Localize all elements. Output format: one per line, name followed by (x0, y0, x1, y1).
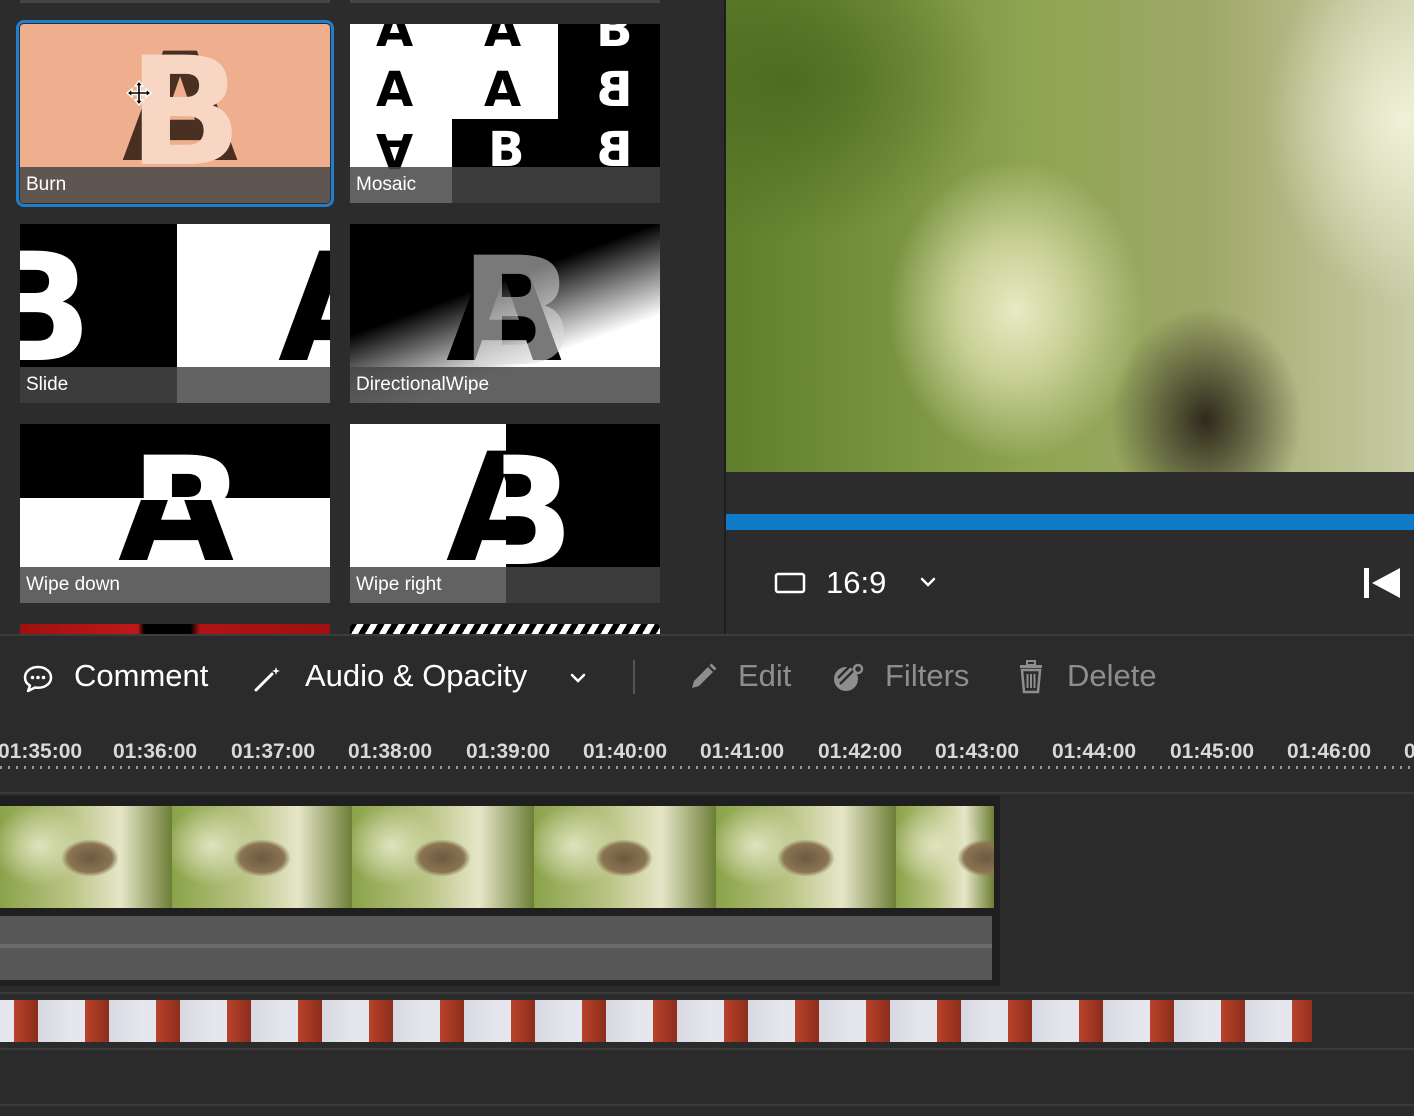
move-cursor-icon (126, 80, 152, 106)
transition-tile-mosaic[interactable]: A A A A A B B B B Mosaic (350, 24, 660, 203)
timeline-ruler[interactable]: 01:35:00 01:36:00 01:37:00 01:38:00 01:3… (0, 722, 1414, 792)
playback-progress-bar[interactable] (726, 514, 1414, 530)
filters-icon (834, 663, 864, 691)
slide-letter-b: B (20, 224, 93, 396)
preview-panel: 16:9 (726, 0, 1414, 634)
timecode-label: 01:46:00 (1287, 740, 1372, 763)
timecode-label: 01:41:00 (700, 740, 785, 763)
edit-button[interactable]: Edit (738, 658, 791, 694)
audio-opacity-button[interactable]: Audio & Opacity (305, 658, 527, 694)
timecode-label: 01:45:00 (1170, 740, 1255, 763)
burn-letter-b: B (128, 26, 243, 200)
transition-tile-wipe-down[interactable]: B A Wipe down (20, 424, 330, 603)
mosaic-letter: B (596, 24, 633, 58)
transition-label: Burn (26, 174, 67, 195)
comment-icon (23, 665, 53, 693)
tile-label-bar: Mosaic (350, 167, 660, 203)
timecode-label: 01:39:00 (466, 740, 551, 763)
timecode-label: 01:36:00 (113, 740, 198, 763)
timecode-label: 01:44:00 (1052, 740, 1137, 763)
aspect-rectangle-icon[interactable] (774, 572, 806, 594)
clip-thumbnail[interactable] (352, 806, 534, 908)
chevron-down-icon[interactable] (570, 672, 586, 684)
clip-toolbar: Comment Audio & Opacity Edit Filters Del… (0, 636, 1414, 722)
mosaic-letter: A (376, 62, 414, 118)
transition-label: Slide (26, 374, 69, 395)
audio-track-1[interactable] (0, 916, 992, 980)
timecode-label: 01:37:00 (231, 740, 316, 763)
clip-thumbnail[interactable] (896, 806, 994, 908)
aspect-ratio-value[interactable]: 16:9 (826, 565, 886, 601)
timecode-label: 01:42:00 (818, 740, 903, 763)
mosaic-letter: A (484, 24, 522, 58)
slide-letter-a: A (278, 234, 330, 384)
transition-tile-wipe-right[interactable]: A B Wipe right (350, 424, 660, 603)
comment-button[interactable]: Comment (74, 658, 208, 694)
transition-label: DirectionalWipe (356, 374, 490, 395)
tile-label-bar: Slide (20, 367, 330, 403)
clip-thumbnail[interactable] (0, 806, 172, 908)
transition-tile-directionalwipe[interactable]: A B DirectionalWipe (350, 224, 660, 403)
track-divider (0, 992, 1414, 994)
tile-label-bar: Burn (20, 167, 330, 203)
timecode-label-partial: 0 (1404, 740, 1414, 763)
track-divider (0, 792, 1414, 794)
transition-tile-burn[interactable]: A B Burn (16, 20, 334, 207)
clip-thumbnail[interactable] (534, 806, 716, 908)
filters-button[interactable]: Filters (885, 658, 969, 694)
timecode-label: 01:38:00 (348, 740, 433, 763)
transition-label: Wipe down (26, 574, 120, 595)
timecode-label: 01:40:00 (583, 740, 668, 763)
tile-label-bar: Wipe right (350, 567, 660, 603)
tile-edge (350, 0, 660, 3)
wand-icon (254, 667, 280, 692)
transitions-panel: A B Burn A A A A A B B B B Mosaic B A Sl… (0, 0, 724, 634)
transition-label: Mosaic (356, 174, 417, 195)
ruler-ticks (0, 766, 1414, 769)
trash-icon (1020, 660, 1042, 694)
pencil-icon (692, 663, 717, 688)
mosaic-letter: A (376, 24, 414, 58)
panel-divider (724, 0, 726, 634)
transition-tile-partial[interactable] (350, 624, 660, 634)
video-preview[interactable] (726, 0, 1414, 472)
track-divider (0, 1048, 1414, 1050)
delete-button[interactable]: Delete (1067, 658, 1157, 694)
chevron-down-icon[interactable] (920, 576, 936, 588)
timecode-label: 01:35:00 (0, 740, 83, 763)
transition-tile-slide[interactable]: B A Slide (20, 224, 330, 403)
skip-to-start-icon[interactable] (1362, 566, 1402, 600)
mosaic-letter: B (596, 62, 633, 118)
mosaic-letter: A (484, 62, 522, 118)
tile-label-bar: DirectionalWipe (350, 367, 660, 403)
video-track-2[interactable] (0, 1000, 1312, 1042)
timecode-label: 01:43:00 (935, 740, 1020, 763)
clip-thumbnail[interactable] (716, 806, 896, 908)
toolbar-separator (633, 660, 635, 694)
audio-waveform-line (0, 944, 992, 948)
tile-edge (20, 0, 330, 3)
tile-label-bar: Wipe down (20, 567, 330, 603)
track-divider (0, 1104, 1414, 1106)
transition-label: Wipe right (356, 574, 442, 595)
clip-thumbnail[interactable] (172, 806, 352, 908)
dw-letter-b: B (460, 226, 575, 400)
transition-tile-partial[interactable] (20, 624, 330, 634)
